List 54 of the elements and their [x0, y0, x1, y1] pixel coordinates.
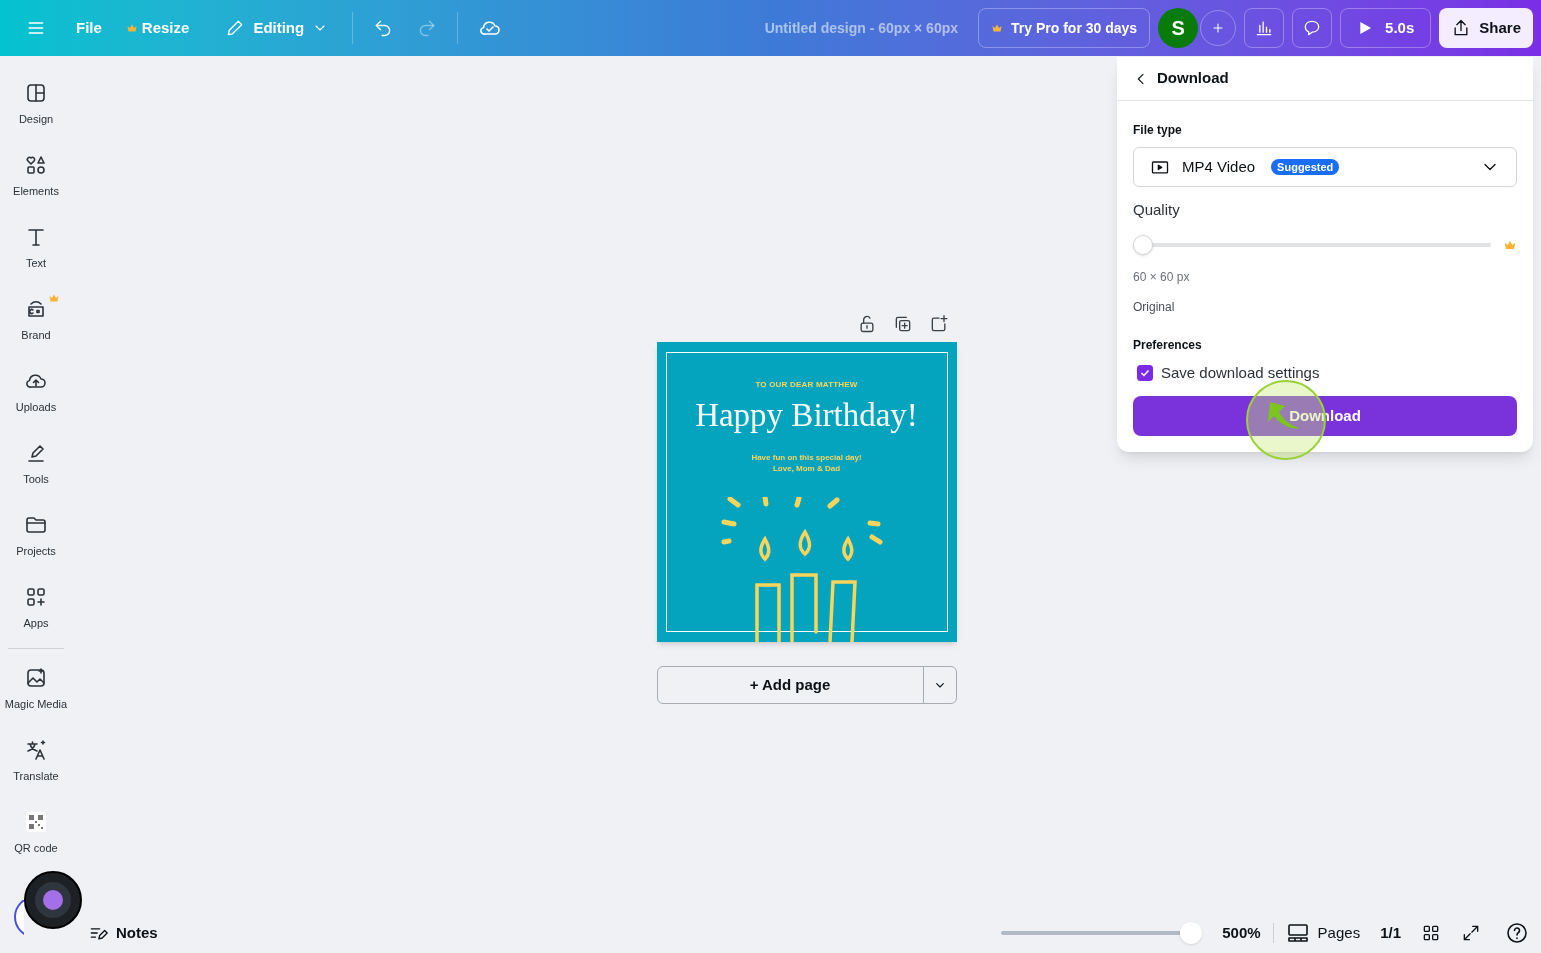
file-type-label: File type [1133, 122, 1183, 139]
sidebar-item[interactable]: Apps [0, 572, 72, 644]
checkbox-label: Save download settings [1161, 362, 1320, 383]
sidebar-item[interactable]: Text [0, 212, 72, 284]
suggested-badge: Suggested [1271, 159, 1340, 175]
notes-button[interactable]: Notes [88, 921, 158, 945]
download-button[interactable]: Download [1133, 396, 1517, 436]
crown-icon [125, 22, 138, 34]
checkbox[interactable] [1137, 364, 1153, 381]
magic-image-icon [24, 665, 48, 690]
sidebar-item[interactable]: Projects [0, 500, 72, 572]
grid-view-button[interactable] [1421, 923, 1441, 943]
card-message: Have fun on this special day! [751, 452, 862, 463]
sidebar-item[interactable]: Design [0, 68, 72, 140]
expand-icon [1461, 923, 1481, 943]
share-button[interactable]: Share [1439, 8, 1533, 48]
help-button[interactable] [1505, 921, 1529, 945]
try-pro-button[interactable]: Try Pro for 30 days [978, 8, 1151, 48]
card-heading: TO OUR DEAR MATTHEW [755, 379, 858, 391]
quality-slider[interactable] [1133, 233, 1491, 256]
grid-icon [1421, 923, 1441, 943]
zoom-slider-thumb[interactable] [1180, 922, 1203, 944]
crown-icon [991, 22, 1004, 34]
file-type-dropdown[interactable]: MP4 Video Suggested [1133, 147, 1517, 187]
sidebar-item[interactable]: Uploads [0, 356, 72, 428]
size-reading: 60 × 60 px [1133, 268, 1191, 286]
preferences-label: Preferences [1133, 336, 1203, 354]
fullscreen-button[interactable] [1461, 923, 1481, 943]
sidebar-item[interactable]: Tools [0, 428, 72, 500]
sidebar-item[interactable]: Elements [0, 140, 72, 212]
pages-button[interactable]: Pages [1285, 921, 1361, 945]
zoom-reading: 500% [1222, 922, 1261, 943]
size-note: Original [1133, 298, 1176, 316]
sidebar-item[interactable]: Magic Media [0, 653, 72, 725]
pages-icon [1285, 921, 1310, 945]
card-signature: Love, Mom & Dad [772, 463, 841, 474]
avatar[interactable]: S [1158, 8, 1199, 48]
design-title: Untitled design - 60px × 60px [764, 18, 959, 38]
translate-icon [24, 737, 48, 762]
qr-code-icon [24, 809, 48, 834]
play-button[interactable]: 5.0s [1340, 8, 1432, 48]
page-count: 1/1 [1380, 922, 1401, 943]
sidebar-item[interactable]: Brand [0, 284, 72, 356]
quality-slider-thumb[interactable] [1133, 234, 1153, 255]
sidebar-item[interactable]: Translate [0, 725, 72, 797]
insights-button[interactable] [1244, 8, 1285, 48]
crown-icon [48, 292, 60, 304]
card-title: Happy Birthday! [695, 399, 918, 432]
comment-button[interactable] [1292, 8, 1333, 48]
add-page-button[interactable]: + Add page [657, 667, 924, 703]
quality-label: Quality [1133, 200, 1181, 220]
panel-title: Download [1157, 68, 1229, 89]
sidebar-item[interactable]: QR code [0, 797, 72, 869]
help-icon [1505, 921, 1529, 945]
